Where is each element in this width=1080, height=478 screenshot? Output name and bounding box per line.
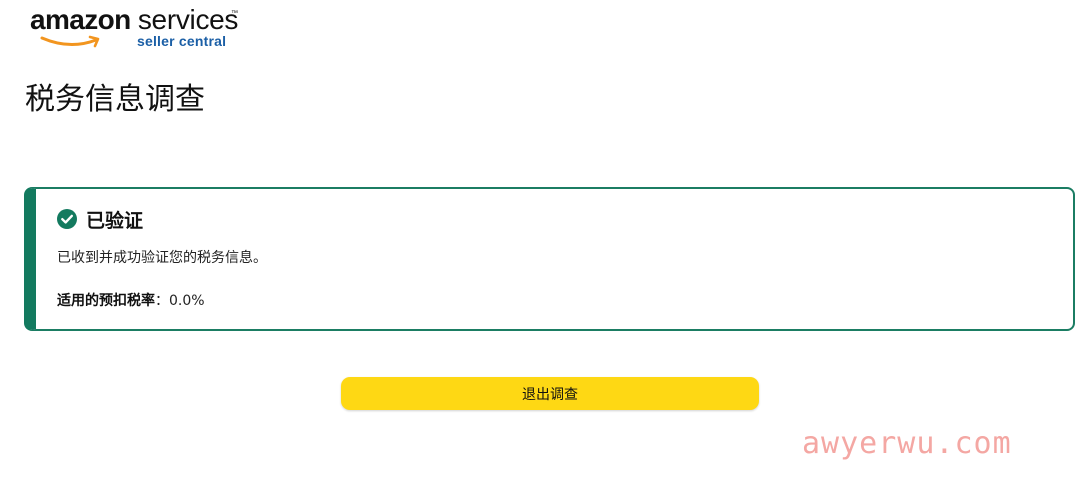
- page-title: 税务信息调查: [25, 82, 205, 117]
- verified-alert: 已验证 已收到并成功验证您的税务信息。 适用的预扣税率：0.0%: [24, 187, 1075, 331]
- exit-survey-button[interactable]: 退出调查: [341, 377, 759, 410]
- logo-wordmark: amazon services: [30, 4, 238, 36]
- withholding-rate-separator: ：: [155, 293, 169, 309]
- logo-trademark: ™: [231, 10, 238, 17]
- watermark-text: awyerwu.com: [802, 426, 1012, 461]
- withholding-rate: 适用的预扣税率：0.0%: [57, 290, 205, 310]
- alert-title: 已验证: [86, 209, 144, 232]
- logo-brand: amazon: [30, 4, 131, 35]
- alert-message: 已收到并成功验证您的税务信息。: [57, 250, 267, 266]
- amazon-services-logo[interactable]: amazon services ™ seller central: [30, 4, 240, 52]
- withholding-rate-label: 适用的预扣税率: [57, 293, 155, 309]
- withholding-rate-value: 0.0%: [169, 293, 205, 309]
- amazon-smile-icon: [40, 35, 100, 48]
- logo-subtitle: seller central: [137, 33, 227, 49]
- logo-services: services: [137, 4, 239, 35]
- check-circle-icon: [57, 209, 77, 229]
- alert-header: 已验证: [57, 207, 144, 232]
